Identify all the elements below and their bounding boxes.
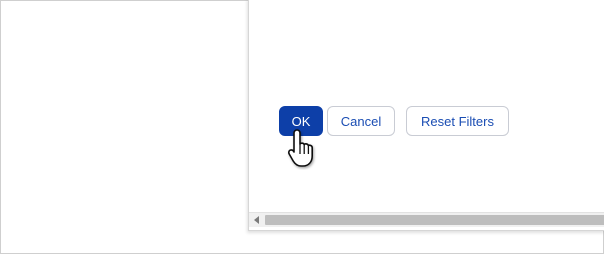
scrollbar-thumb[interactable] <box>265 215 604 225</box>
arrow-left-icon[interactable] <box>253 216 261 224</box>
filter-dialog: OK Cancel Reset Filters <box>248 0 604 231</box>
horizontal-scrollbar[interactable] <box>249 212 604 227</box>
reset-filters-button[interactable]: Reset Filters <box>406 106 509 136</box>
cancel-button[interactable]: Cancel <box>327 106 395 136</box>
hand-pointer-icon <box>287 129 313 167</box>
